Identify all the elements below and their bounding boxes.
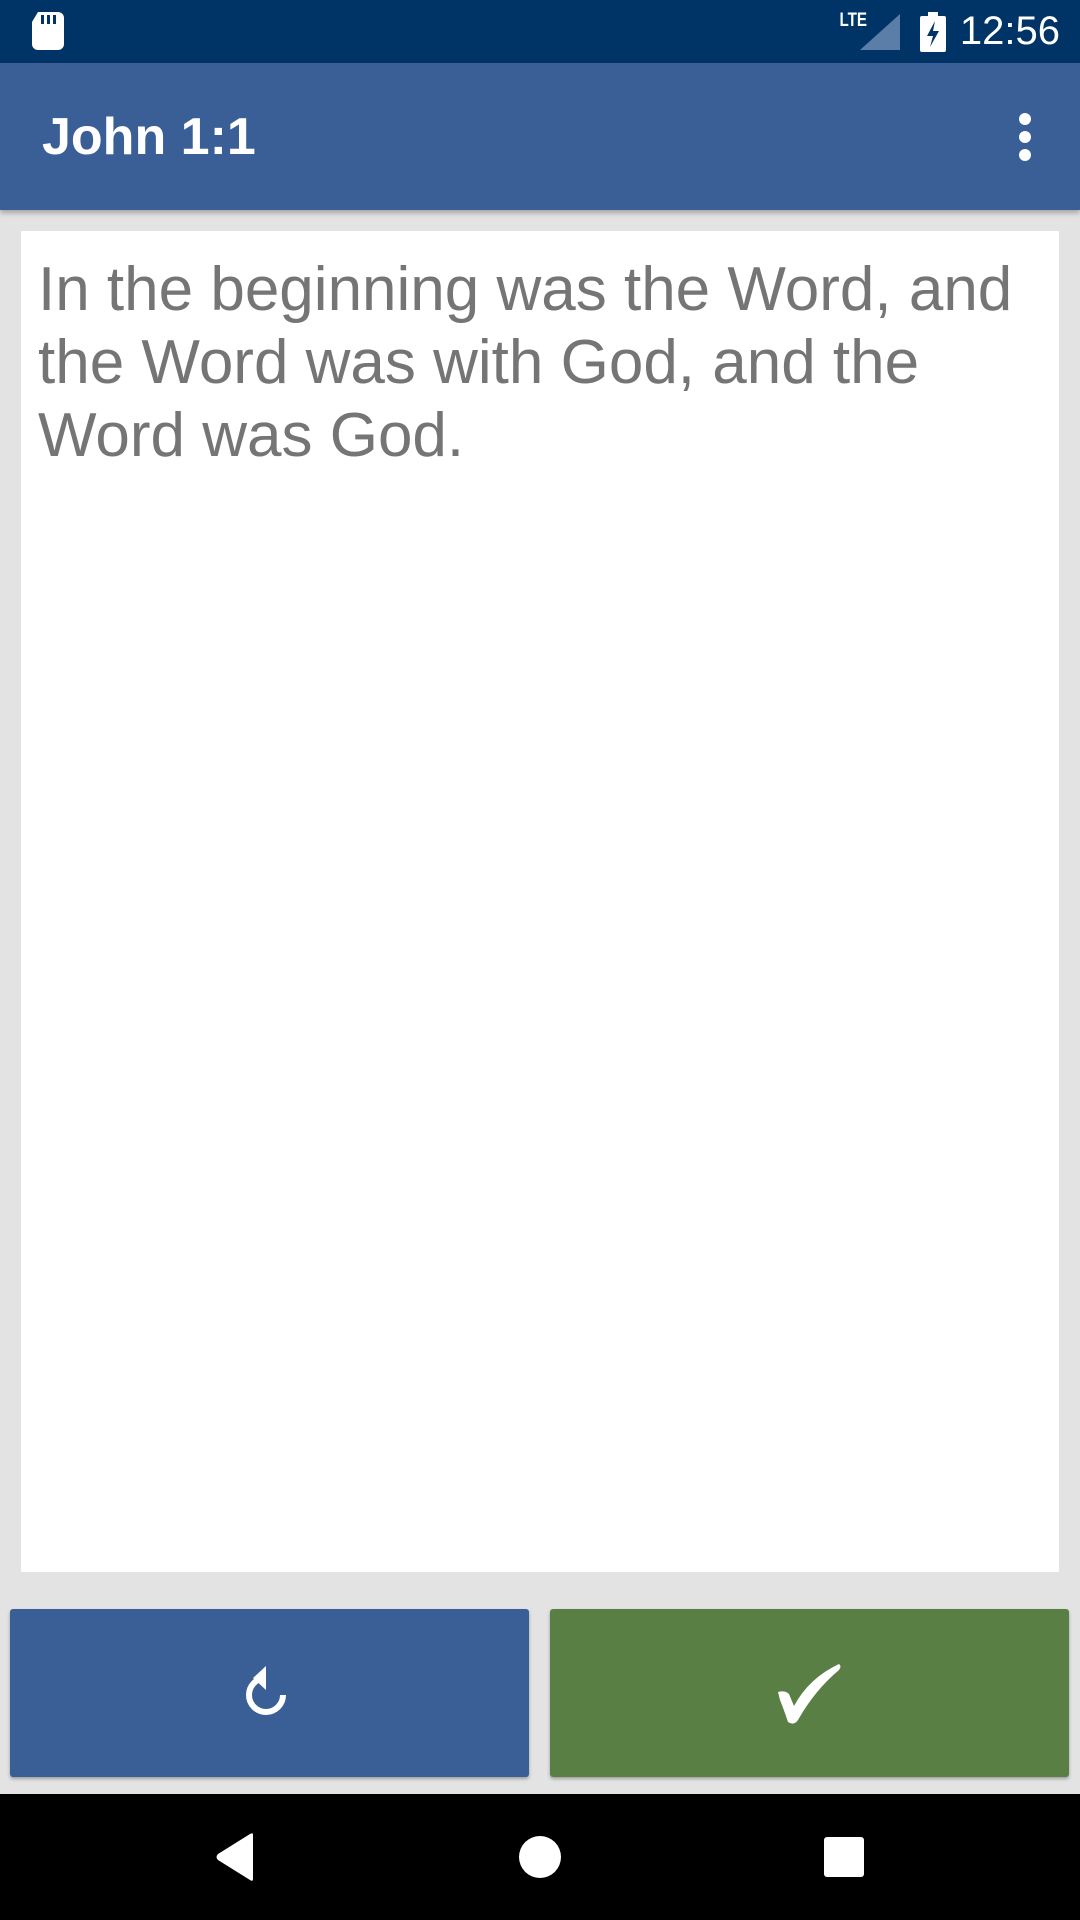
home-icon xyxy=(519,1836,561,1878)
verse-text: In the beginning was the Word, and the W… xyxy=(38,255,1013,470)
home-button[interactable] xyxy=(490,1814,590,1900)
sd-card-icon xyxy=(32,12,64,50)
battery-charging-icon xyxy=(920,12,946,52)
verse-card: In the beginning was the Word, and the W… xyxy=(21,231,1059,1572)
navigation-bar xyxy=(0,1794,1080,1920)
reset-button[interactable] xyxy=(10,1609,529,1777)
replay-icon xyxy=(245,1666,286,1715)
status-clock: 12:56 xyxy=(959,9,1060,53)
back-button[interactable] xyxy=(185,1814,285,1900)
check-button[interactable] xyxy=(550,1609,1069,1777)
overflow-menu-button[interactable] xyxy=(970,87,1080,187)
back-icon xyxy=(216,1833,253,1881)
page-title: John 1:1 xyxy=(42,108,256,166)
app-bar: John 1:1 xyxy=(0,63,1080,210)
more-vert-icon xyxy=(1019,110,1031,164)
status-bar: LTE 12:56 xyxy=(0,0,1080,63)
recents-icon xyxy=(824,1837,864,1877)
signal-icon xyxy=(860,14,900,50)
recents-button[interactable] xyxy=(794,1814,894,1900)
checkmark-icon xyxy=(777,1664,840,1724)
